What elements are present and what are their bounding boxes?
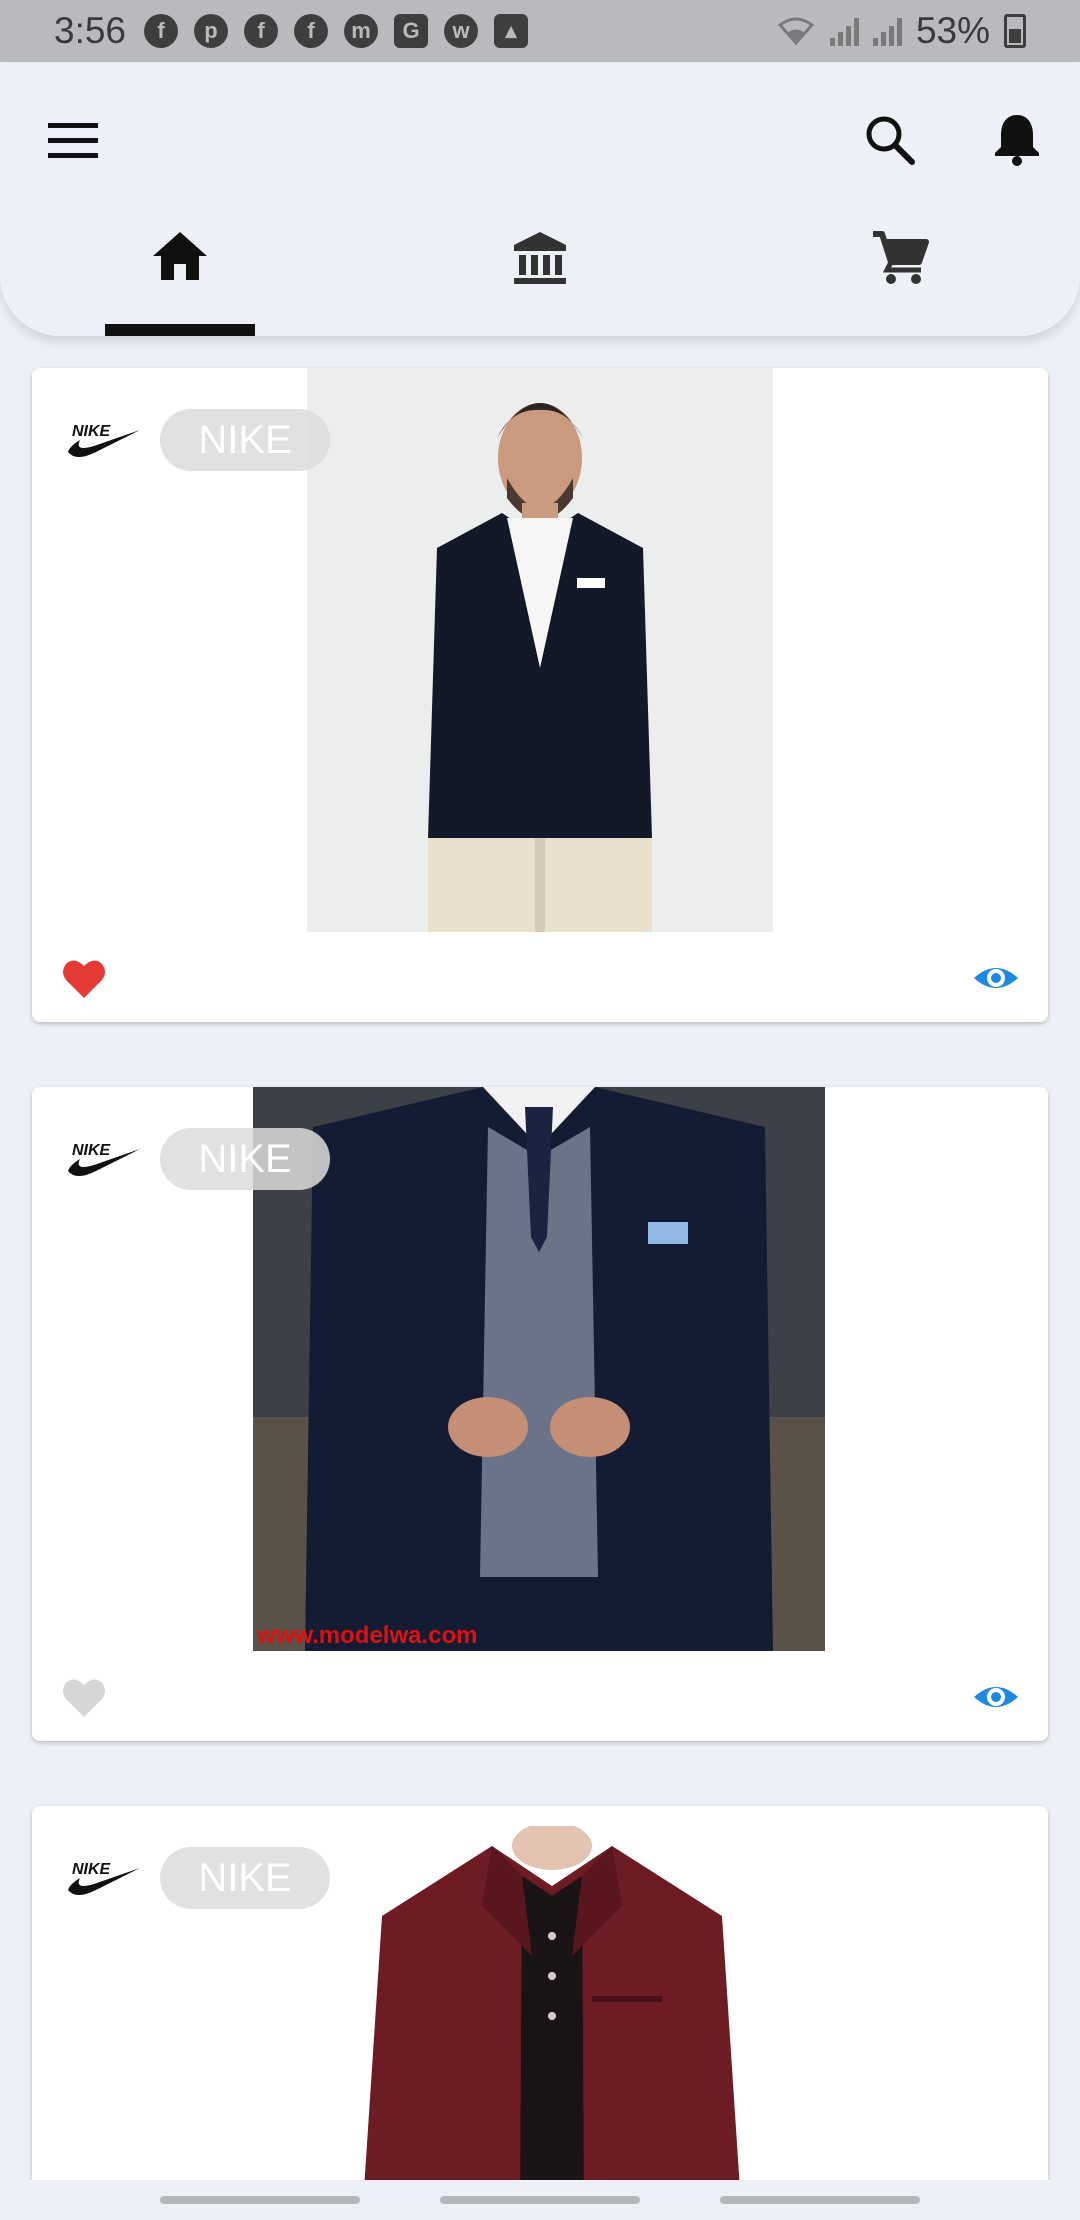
bell-icon <box>995 115 1039 166</box>
nike-logo-icon: NIKE <box>68 1142 140 1176</box>
cart-icon <box>873 231 929 284</box>
nike-logo-icon: NIKE <box>68 423 140 457</box>
product-image <box>322 1826 782 2220</box>
facebook-icon: f <box>294 14 329 48</box>
like-button[interactable] <box>60 1673 108 1721</box>
heart-icon <box>63 1679 105 1717</box>
notification-icons: f p f f m G w ▴ <box>144 14 529 48</box>
product-image: www.modelwa.com <box>253 1087 825 1651</box>
product-card[interactable]: NIKE NIKE <box>32 368 1048 1022</box>
pinterest-icon: p <box>194 14 229 48</box>
signal-icon <box>872 16 902 46</box>
tab-bank[interactable] <box>360 222 720 336</box>
app-bar <box>0 62 1080 336</box>
gallery-icon: ▴ <box>494 14 529 48</box>
home-icon <box>153 232 207 280</box>
view-button[interactable] <box>972 1673 1020 1721</box>
wifi-icon <box>777 17 815 46</box>
nav-handle[interactable] <box>440 2196 640 2204</box>
status-time: 3:56 <box>54 10 127 51</box>
brand-chip[interactable]: NIKE <box>160 409 330 471</box>
brand-chip[interactable]: NIKE <box>160 1128 330 1190</box>
menu-button[interactable] <box>46 114 100 168</box>
svg-text:NIKE: NIKE <box>72 423 112 440</box>
tab-bar <box>0 222 1080 336</box>
notifications-button[interactable] <box>986 108 1048 170</box>
product-card[interactable]: www.modelwa.com NIKE NIKE <box>32 1087 1048 1741</box>
bank-icon <box>514 232 566 284</box>
nav-handle[interactable] <box>160 2196 360 2204</box>
nike-logo-icon: NIKE <box>68 1861 140 1895</box>
status-right: 53% <box>776 10 1026 52</box>
tab-cart[interactable] <box>720 222 1080 336</box>
messenger-icon: m <box>344 14 379 48</box>
heart-icon <box>63 960 105 998</box>
suit-vest-illustration: www.modelwa.com <box>253 1087 825 1651</box>
translate-icon: G <box>394 14 429 48</box>
tab-home[interactable] <box>0 222 360 336</box>
facebook-icon: f <box>244 14 279 48</box>
eye-icon <box>974 968 1018 988</box>
search-button[interactable] <box>860 110 920 170</box>
product-image <box>307 368 773 932</box>
brand-chip[interactable]: NIKE <box>160 1847 330 1909</box>
menu-icon <box>48 123 98 158</box>
svg-text:NIKE: NIKE <box>72 1861 112 1878</box>
facebook-icon: f <box>144 14 179 48</box>
tab-indicator <box>105 324 255 336</box>
signal-icon <box>829 16 859 46</box>
battery-icon <box>1004 14 1026 48</box>
product-card[interactable]: NIKE NIKE <box>32 1806 1048 2220</box>
like-button[interactable] <box>60 954 108 1002</box>
image-watermark: www.modelwa.com <box>256 1622 478 1649</box>
eye-icon <box>974 1687 1018 1707</box>
whatsapp-icon: w <box>444 14 479 48</box>
svg-text:NIKE: NIKE <box>72 1142 112 1159</box>
view-button[interactable] <box>972 954 1020 1002</box>
status-bar: 3:56 f p f f m G w ▴ 53% <box>0 0 1080 62</box>
coat-illustration <box>322 1826 782 2220</box>
system-nav-bar <box>0 2180 1080 2220</box>
nav-handle[interactable] <box>720 2196 920 2204</box>
search-icon <box>866 116 915 165</box>
blazer-illustration <box>307 368 773 932</box>
battery-percent: 53% <box>915 10 990 51</box>
